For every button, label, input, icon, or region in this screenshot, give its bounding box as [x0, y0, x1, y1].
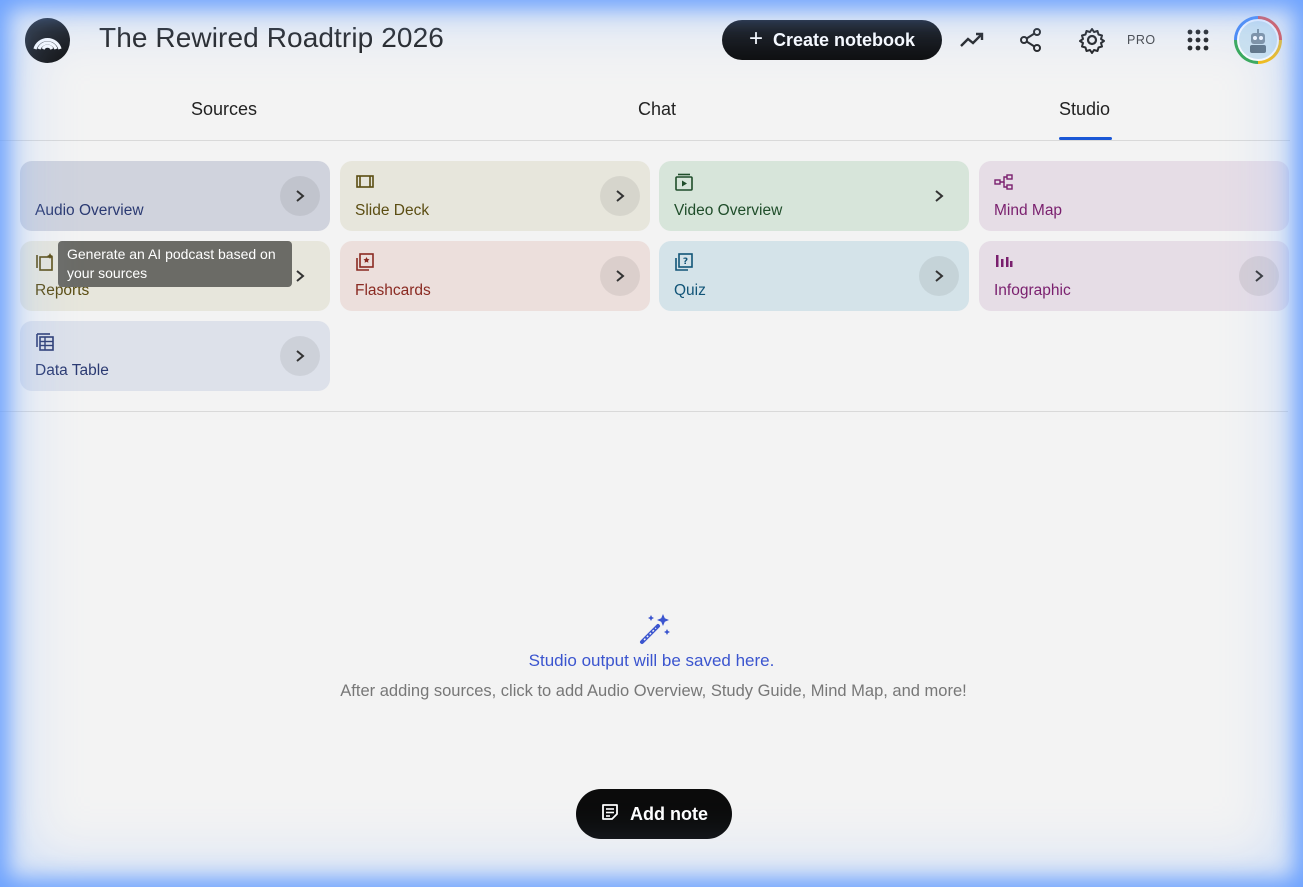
card-label: Flashcards — [355, 282, 431, 299]
svg-text:?: ? — [683, 257, 688, 267]
chevron-right-icon[interactable] — [600, 256, 640, 296]
add-note-label: Add note — [630, 803, 708, 824]
card-mind-map[interactable]: Mind Map — [979, 161, 1289, 231]
share-icon[interactable] — [1015, 24, 1047, 56]
card-label: Slide Deck — [355, 202, 430, 219]
notebook-logo-icon[interactable] — [25, 18, 70, 63]
section-divider — [0, 411, 1288, 412]
quiz-icon: ? — [674, 252, 694, 272]
card-label: Data Table — [35, 362, 109, 379]
card-infographic[interactable]: Infographic — [979, 241, 1289, 311]
analytics-icon[interactable] — [956, 24, 988, 56]
avatar[interactable] — [1234, 16, 1282, 64]
chevron-right-icon[interactable] — [1239, 256, 1279, 296]
card-label: Video Overview — [674, 202, 783, 219]
chevron-right-icon[interactable] — [919, 176, 959, 216]
pro-badge: PRO — [1127, 33, 1156, 47]
magic-wand-icon — [638, 612, 672, 646]
audio-overview-tooltip: Generate an AI podcast based on your sou… — [58, 241, 292, 287]
flashcards-icon — [355, 252, 375, 272]
tab-sources[interactable]: Sources — [191, 99, 257, 120]
apps-grid-icon[interactable] — [1182, 24, 1214, 56]
main-tabs: Sources Chat Studio — [0, 82, 1290, 141]
note-icon — [600, 802, 620, 827]
infographic-icon — [994, 252, 1014, 272]
card-flashcards[interactable]: Flashcards — [340, 241, 650, 311]
create-notebook-button[interactable]: + Create notebook — [722, 20, 942, 60]
notebook-title[interactable]: The Rewired Roadtrip 2026 — [99, 22, 444, 54]
empty-state-subtitle: After adding sources, click to add Audio… — [340, 682, 967, 700]
empty-state-title: Studio output will be saved here. — [528, 651, 775, 670]
table-icon — [35, 332, 55, 352]
settings-icon[interactable] — [1076, 24, 1108, 56]
reports-icon — [35, 252, 55, 272]
video-icon — [674, 172, 694, 192]
card-video-overview[interactable]: Video Overview — [659, 161, 969, 231]
add-note-button[interactable]: Add note — [576, 789, 732, 839]
slides-icon — [355, 172, 375, 192]
card-audio-overview[interactable]: Audio Overview — [20, 161, 330, 231]
active-tab-indicator — [1059, 137, 1112, 140]
chevron-right-icon[interactable] — [600, 176, 640, 216]
card-label: Infographic — [994, 282, 1071, 299]
chevron-right-icon[interactable] — [919, 256, 959, 296]
card-slide-deck[interactable]: Slide Deck — [340, 161, 650, 231]
card-label: Audio Overview — [35, 202, 144, 219]
robot-avatar-icon — [1237, 19, 1279, 61]
card-label: Quiz — [674, 282, 706, 299]
plus-icon: + — [748, 25, 763, 52]
tab-studio[interactable]: Studio — [1059, 99, 1110, 120]
chevron-right-icon[interactable] — [280, 336, 320, 376]
card-quiz[interactable]: ? Quiz — [659, 241, 969, 311]
mind-map-icon — [994, 172, 1014, 192]
card-data-table[interactable]: Data Table — [20, 321, 330, 391]
create-notebook-label: Create notebook — [772, 29, 916, 50]
tab-chat[interactable]: Chat — [638, 99, 676, 120]
card-label: Mind Map — [994, 202, 1063, 219]
app-header: The Rewired Roadtrip 2026 + Create noteb… — [0, 0, 1303, 82]
chevron-right-icon[interactable] — [280, 176, 320, 216]
